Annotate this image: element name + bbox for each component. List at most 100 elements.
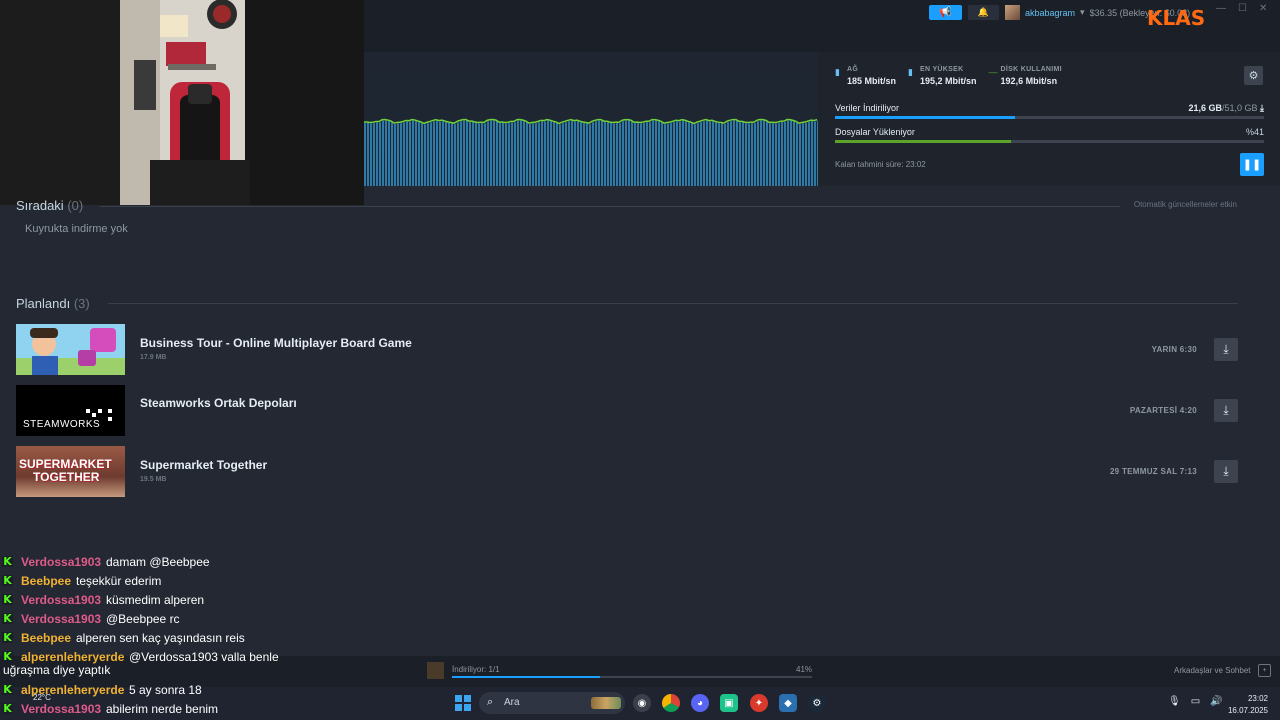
notifications-button[interactable]: 🔔: [968, 5, 999, 20]
bandwidth-bar: [556, 123, 558, 186]
bandwidth-bar: [790, 120, 792, 186]
active-download-thumbnail[interactable]: [427, 662, 444, 679]
bandwidth-bar: [799, 124, 801, 186]
scheduled-item[interactable]: Business Tour - Online Multiplayer Board…: [16, 324, 1238, 376]
bandwidth-bar: [796, 122, 798, 186]
bandwidth-bar: [787, 120, 789, 186]
bandwidth-bar: [433, 121, 435, 186]
bandwidth-bar: [748, 123, 750, 186]
section-divider: [100, 206, 1120, 207]
stream-brand-logo: KLAS: [1147, 6, 1206, 30]
bar-chart-icon: ▮: [835, 67, 840, 77]
game-title[interactable]: Supermarket Together: [140, 458, 267, 472]
search-highlight-image: [591, 697, 621, 709]
scheduled-item[interactable]: STEAMWORKS Steamworks Ortak Depoları PAZ…: [16, 385, 1238, 437]
scheduled-time: 29 TEMMUZ SAL 7:13: [1109, 467, 1197, 476]
download-now-button[interactable]: ⤓: [1214, 399, 1238, 422]
bandwidth-bar: [595, 121, 597, 186]
download-now-button[interactable]: ⤓: [1214, 460, 1238, 483]
bandwidth-bar: [403, 122, 405, 186]
app-icon[interactable]: ▣: [720, 694, 738, 712]
bandwidth-bar: [691, 123, 693, 186]
taskbar-clock[interactable]: 23:02 16.07.2025: [1228, 693, 1268, 717]
obs-icon[interactable]: ◉: [633, 694, 651, 712]
bandwidth-bar: [733, 120, 735, 186]
minimize-icon[interactable]: —: [1216, 3, 1226, 14]
download-settings-button[interactable]: ⚙: [1244, 66, 1263, 85]
kick-icon: K: [2, 612, 13, 625]
stat-network: ▮ AĞ 185 Mbit/sn: [835, 66, 897, 86]
display-icon[interactable]: ▭: [1191, 696, 1200, 707]
announcements-button[interactable]: 📢: [929, 5, 962, 20]
game-title[interactable]: Business Tour - Online Multiplayer Board…: [140, 336, 412, 350]
bandwidth-bar: [571, 120, 573, 186]
installing-progress-fill: [835, 140, 1011, 143]
taskbar-search[interactable]: ⌕ Ara: [479, 692, 625, 714]
bandwidth-bar: [568, 121, 570, 186]
bandwidth-bar: [451, 123, 453, 186]
friends-chat-button[interactable]: Arkadaşlar ve Sohbet: [1174, 666, 1251, 675]
bandwidth-bar: [673, 122, 675, 186]
chat-icon[interactable]: +: [1258, 664, 1271, 677]
bandwidth-bar: [385, 120, 387, 186]
chevron-down-icon: ▾: [1080, 7, 1085, 17]
download-stats: ▮ AĞ 185 Mbit/sn ▮ EN YÜKSEK 195,2 Mbit/…: [835, 66, 1062, 86]
bandwidth-bar: [751, 123, 753, 186]
webcam-image: [0, 0, 364, 205]
bandwidth-bar: [442, 121, 444, 186]
app-icon[interactable]: ✦: [750, 694, 768, 712]
bandwidth-bar: [721, 123, 723, 186]
scheduled-section-title: Planlandı (3): [16, 296, 90, 311]
download-status-percent: 41%: [796, 665, 813, 674]
bandwidth-bar: [763, 120, 765, 186]
maximize-icon[interactable]: ☐: [1238, 3, 1247, 14]
bandwidth-bar: [793, 121, 795, 186]
bandwidth-bar: [484, 123, 486, 186]
bandwidth-bar: [574, 121, 576, 186]
bandwidth-bar: [610, 123, 612, 186]
bandwidth-bar: [541, 121, 543, 186]
scheduled-item[interactable]: SUPERMARKET TOGETHER Supermarket Togethe…: [16, 446, 1238, 498]
app-icon[interactable]: ◆: [779, 694, 797, 712]
stat-peak: ▮ EN YÜKSEK 195,2 Mbit/sn: [908, 66, 977, 86]
bandwidth-bar: [520, 120, 522, 186]
chat-message-text: 5 ay sonra 18: [129, 683, 202, 697]
bandwidth-bar: [628, 120, 630, 186]
auto-updates-status[interactable]: Otomatik güncellemeler etkin: [1134, 200, 1237, 209]
bandwidth-bar: [553, 122, 555, 186]
download-status-label[interactable]: İndiriliyor: 1/1: [452, 665, 500, 674]
game-thumbnail: STEAMWORKS: [16, 385, 125, 436]
bandwidth-bar: [679, 121, 681, 186]
discord-icon[interactable]: ◕: [691, 694, 709, 712]
bandwidth-bar: [469, 122, 471, 186]
kick-icon: K: [2, 631, 13, 644]
bandwidth-bar: [514, 122, 516, 186]
pause-button[interactable]: ❚❚: [1240, 153, 1264, 176]
game-title[interactable]: Steamworks Ortak Depoları: [140, 396, 297, 410]
speaker-icon[interactable]: 🔊: [1210, 696, 1222, 707]
chrome-icon[interactable]: [662, 694, 680, 712]
bandwidth-bar: [742, 122, 744, 186]
bandwidth-bar: [745, 123, 747, 186]
bandwidth-bar: [739, 122, 741, 186]
bandwidth-bar: [604, 122, 606, 186]
eta-text: Kalan tahmini süre: 23:02: [835, 160, 926, 169]
bandwidth-bar: [550, 121, 552, 186]
steam-icon[interactable]: ⚙: [808, 694, 826, 712]
bandwidth-bar: [730, 121, 732, 186]
chat-message: K Verdossa1903 @Beebpee rc: [2, 612, 180, 626]
bandwidth-bar: [631, 121, 633, 186]
bandwidth-bar: [754, 123, 756, 186]
close-icon[interactable]: ✕: [1259, 3, 1267, 14]
download-header: ▮ AĞ 185 Mbit/sn ▮ EN YÜKSEK 195,2 Mbit/…: [364, 52, 1280, 186]
windows-start-button[interactable]: [455, 695, 471, 711]
bandwidth-bar: [409, 121, 411, 186]
bandwidth-bar: [814, 121, 816, 186]
bandwidth-bar: [649, 122, 651, 186]
bandwidth-bar: [607, 122, 609, 186]
bandwidth-bar: [601, 120, 603, 186]
download-now-button[interactable]: ⤓: [1214, 338, 1238, 361]
bandwidth-bar: [400, 123, 402, 186]
chat-message: K Verdossa1903 damam @Beebpee: [2, 555, 210, 569]
microphone-icon[interactable]: 🎙: [1168, 696, 1181, 707]
